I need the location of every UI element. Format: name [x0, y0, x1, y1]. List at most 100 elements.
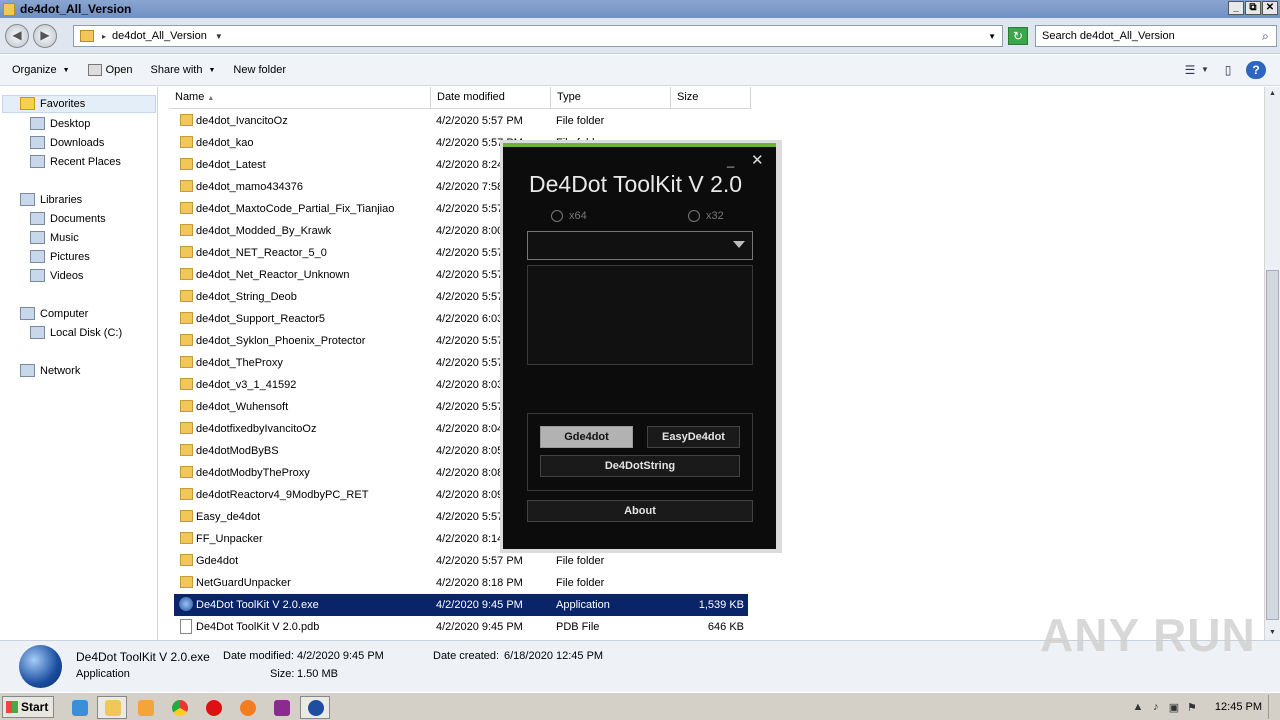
window-title-bar[interactable]: de4dot_All_Version _ ⧉ ✕: [0, 0, 1280, 18]
column-header-date[interactable]: Date modified: [431, 87, 551, 109]
file-row[interactable]: De4Dot ToolKit V 2.0.pdb 4/2/2020 9:45 PM…: [174, 616, 748, 638]
file-row[interactable]: De4Dot ToolKit V 2.0.exe 4/2/2020 9:45 PM…: [174, 594, 748, 616]
details-date-created: 6/18/2020 12:45 PM: [504, 650, 604, 662]
search-input[interactable]: Search de4dot_All_Version ⌕: [1035, 25, 1277, 47]
clock[interactable]: 12:45 PM: [1215, 701, 1262, 713]
column-header-size[interactable]: Size: [671, 87, 751, 109]
show-desktop-button[interactable]: [1268, 695, 1280, 719]
details-date-modified: 4/2/2020 9:45 PM: [297, 650, 384, 662]
taskbar-firefox[interactable]: [232, 696, 262, 719]
nav-pictures[interactable]: Pictures: [30, 250, 90, 263]
nav-favorites[interactable]: Favorites: [20, 97, 85, 110]
nav-music[interactable]: Music: [30, 231, 79, 244]
column-header-name[interactable]: Name ▲: [169, 87, 431, 109]
details-filename: De4Dot ToolKit V 2.0.exe: [76, 650, 210, 664]
music-icon: [30, 231, 45, 244]
downloads-icon: [30, 136, 45, 149]
back-button[interactable]: ◀: [5, 24, 29, 48]
chevron-down-icon[interactable]: ▼: [215, 32, 223, 41]
gde4dot-button[interactable]: Gde4dot: [540, 426, 633, 448]
nav-downloads[interactable]: Downloads: [30, 136, 104, 149]
taskbar-opera[interactable]: [198, 696, 228, 719]
maximize-button[interactable]: ⧉: [1245, 1, 1261, 15]
chevron-right-icon[interactable]: ▸: [102, 32, 106, 41]
nav-documents[interactable]: Documents: [30, 212, 106, 225]
taskbar-explorer[interactable]: [97, 696, 127, 719]
taskbar-toolkit[interactable]: [300, 696, 330, 719]
file-row[interactable]: Gde4dot 4/2/2020 5:57 PM File folder: [174, 550, 748, 572]
taskbar-ie[interactable]: [64, 696, 94, 719]
radio-x64[interactable]: x64: [551, 210, 587, 222]
de4dotstring-button[interactable]: De4DotString: [540, 455, 740, 477]
show-hidden-icons-icon[interactable]: ▲: [1129, 701, 1147, 713]
folder-icon: [180, 224, 193, 236]
close-button[interactable]: ✕: [1262, 1, 1278, 15]
scroll-down-icon[interactable]: ▼: [1265, 626, 1280, 640]
nav-libraries[interactable]: Libraries: [20, 193, 82, 206]
volume-icon[interactable]: ♪: [1147, 701, 1165, 713]
search-icon[interactable]: ⌕: [1257, 28, 1274, 44]
nav-desktop[interactable]: Desktop: [30, 117, 90, 130]
taskbar-media-player[interactable]: [130, 696, 160, 719]
file-date: 4/2/2020 9:45 PM: [436, 599, 523, 611]
vertical-scrollbar[interactable]: ▲ ▼: [1264, 87, 1280, 640]
organize-button[interactable]: Organize ▼: [12, 64, 70, 76]
taskbar-winrar[interactable]: [266, 696, 296, 719]
column-header-type[interactable]: Type: [551, 87, 671, 109]
address-dropdown-icon[interactable]: ▼: [988, 32, 996, 41]
file-name: de4dotModByBS: [196, 445, 279, 457]
preview-pane-icon[interactable]: ▯: [1218, 61, 1238, 79]
taskbar-chrome[interactable]: [164, 696, 194, 719]
new-folder-button[interactable]: New folder: [233, 64, 286, 76]
about-button[interactable]: About: [527, 500, 753, 522]
file-type: PDB File: [556, 621, 600, 633]
radio-x32[interactable]: x32: [688, 210, 724, 222]
libraries-icon: [20, 193, 35, 206]
nav-local-disk[interactable]: Local Disk (C:): [30, 326, 122, 339]
file-row[interactable]: de4dot_IvancitoOz 4/2/2020 5:57 PM File fo…: [174, 110, 748, 132]
share-with-button[interactable]: Share with ▼: [151, 64, 216, 76]
minimize-button[interactable]: _: [1228, 1, 1244, 15]
action-center-flag-icon[interactable]: ⚑: [1183, 701, 1201, 714]
forward-button[interactable]: ▶: [33, 24, 57, 48]
dialog-minimize-button[interactable]: _: [727, 153, 734, 168]
scroll-up-icon[interactable]: ▲: [1265, 87, 1280, 101]
folder-icon: [180, 158, 193, 170]
open-button[interactable]: Open: [87, 64, 133, 76]
address-bar[interactable]: ▸ de4dot_All_Version ▼ ▼: [73, 25, 1003, 47]
file-name: de4dotfixedbyIvancitoOz: [196, 423, 317, 435]
nav-label: Pictures: [50, 250, 90, 263]
breadcrumb[interactable]: de4dot_All_Version: [112, 30, 207, 42]
toolkit-dialog: De4Dot ToolKit V 2.0 _ ✕ x64 x32 Gde4dot…: [500, 140, 782, 553]
file-name: de4dot_Modded_By_Krawk: [196, 225, 332, 237]
version-select[interactable]: [527, 231, 753, 260]
dialog-close-button[interactable]: ✕: [751, 151, 764, 169]
file-row[interactable]: NetGuardUnpacker 4/2/2020 8:18 PM File fol…: [174, 572, 748, 594]
explorer-icon: [105, 700, 121, 716]
folder-icon: [180, 444, 193, 456]
scrollbar-thumb[interactable]: [1266, 270, 1279, 620]
file-name: de4dot_String_Deob: [196, 291, 297, 303]
application-icon: [179, 597, 193, 611]
nav-recent-places[interactable]: Recent Places: [30, 155, 121, 168]
nav-computer[interactable]: Computer: [20, 307, 88, 320]
file-name: de4dot_Latest: [196, 159, 266, 171]
help-icon[interactable]: ?: [1246, 61, 1266, 79]
folder-icon: [180, 356, 193, 368]
radio-circle-icon: [688, 210, 700, 222]
chevron-down-icon[interactable]: [733, 241, 745, 248]
file-date: 4/2/2020 9:45 PM: [436, 621, 523, 633]
refresh-icon[interactable]: ↻: [1008, 27, 1028, 45]
view-options-icon[interactable]: ☰: [1180, 61, 1200, 79]
documents-icon: [30, 212, 45, 225]
nav-network[interactable]: Network: [20, 364, 80, 377]
nav-videos[interactable]: Videos: [30, 269, 83, 282]
start-button[interactable]: Start: [2, 696, 54, 718]
folder-icon: [80, 30, 94, 42]
chevron-down-icon[interactable]: ▼: [1200, 61, 1210, 79]
easyde4dot-button[interactable]: EasyDe4dot: [647, 426, 740, 448]
details-date-modified-label: Date modified:: [223, 650, 294, 662]
file-size: 646 KB: [707, 621, 744, 633]
output-textarea[interactable]: [527, 265, 753, 365]
network-icon[interactable]: ▣: [1165, 701, 1183, 714]
